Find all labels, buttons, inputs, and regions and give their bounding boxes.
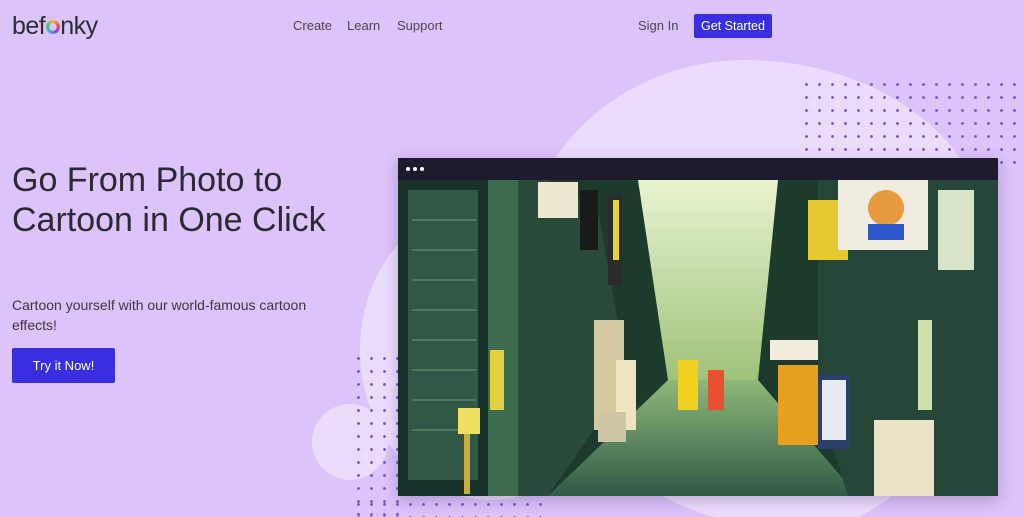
nav-create[interactable]: Create xyxy=(293,18,332,33)
befunky-logo[interactable]: bef nky xyxy=(12,12,98,41)
more-dots-icon xyxy=(398,158,998,180)
dot-pattern-bottom-left xyxy=(352,352,400,517)
hero-title: Go From Photo to Cartoon in One Click xyxy=(12,161,326,239)
site-header: bef nky Create Learn Support Sign In Get … xyxy=(0,0,1024,52)
nav-learn[interactable]: Learn xyxy=(347,18,380,33)
preview-window xyxy=(398,158,998,496)
logo-text-end: nky xyxy=(60,12,98,40)
cartoon-street-photo xyxy=(398,180,998,496)
logo-ring-icon xyxy=(45,19,60,34)
hero-subtitle: Cartoon yourself with our world-famous c… xyxy=(12,297,307,333)
get-started-button[interactable]: Get Started xyxy=(694,14,772,38)
dot-pattern-bottom xyxy=(352,498,552,517)
sign-in-link[interactable]: Sign In xyxy=(638,18,678,33)
nav-support[interactable]: Support xyxy=(397,18,443,33)
logo-text-start: bef xyxy=(12,12,46,40)
try-it-now-button[interactable]: Try it Now! xyxy=(12,348,115,383)
